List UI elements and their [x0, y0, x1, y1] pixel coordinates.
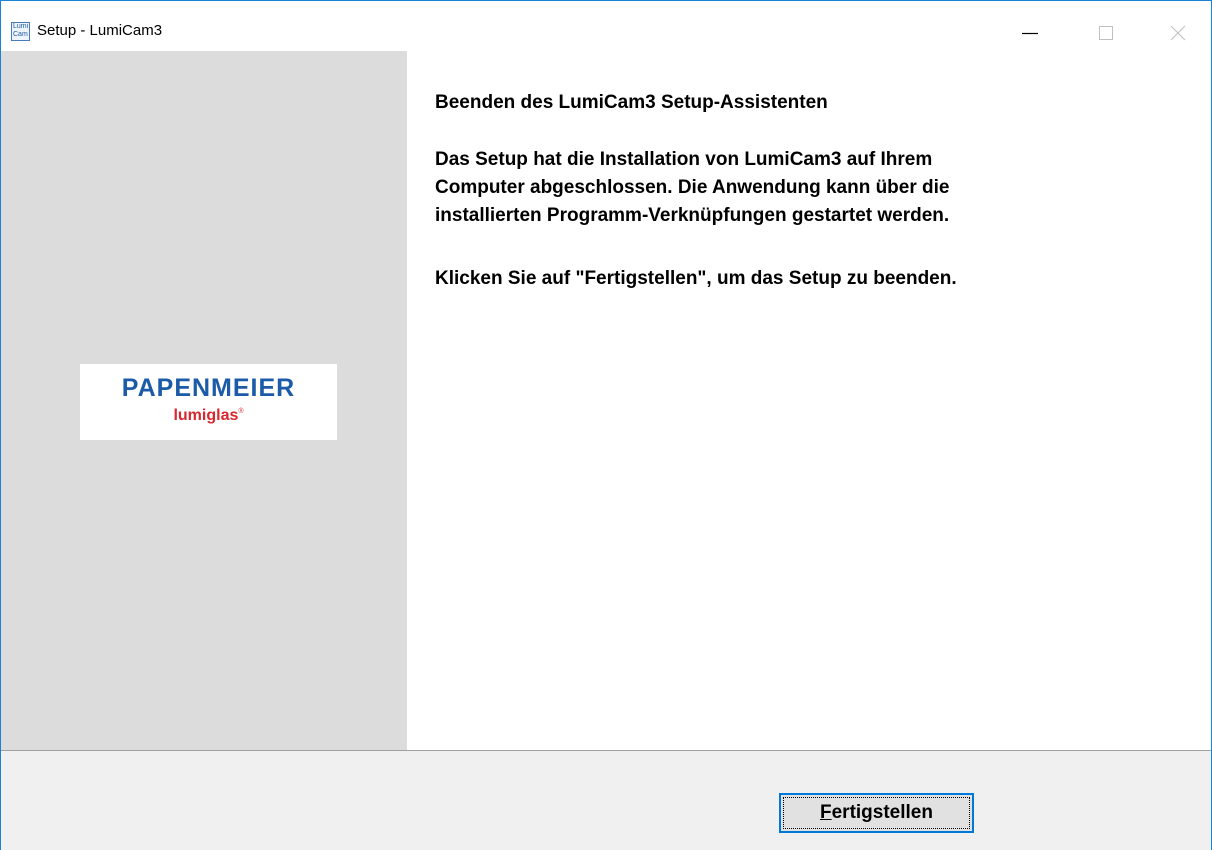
finish-message: Das Setup hat die Installation von LumiC…	[435, 146, 949, 230]
wizard-content: Beenden des LumiCam3 Setup-Assistenten D…	[407, 51, 1211, 751]
lumicam-app-icon[interactable]: Lumi Cam	[11, 22, 30, 41]
minimize-icon	[1022, 32, 1038, 35]
finish-message-line: Das Setup hat die Installation von LumiC…	[435, 149, 933, 170]
finish-button-mnemonic: F	[820, 802, 832, 823]
app-icon-text-line1: Lumi	[13, 23, 29, 30]
app-icon-text-line2: Cam	[13, 31, 28, 38]
maximize-button[interactable]	[1083, 15, 1129, 51]
finish-message-line: installierten Programm-Verknüpfungen ges…	[435, 205, 950, 226]
finish-button-label-rest: ertigstellen	[831, 802, 933, 823]
logo-sub-label: lumiglas	[173, 407, 239, 424]
finish-button-label: Fertigstellen	[820, 802, 933, 823]
window-title: Setup - LumiCam3	[37, 22, 163, 39]
setup-window: Lumi Cam Setup - LumiCam3 PAPENMEIER lum…	[0, 0, 1212, 850]
title-bar[interactable]: Lumi Cam Setup - LumiCam3	[1, 1, 1211, 51]
finish-instruction: Klicken Sie auf "Fertigstellen", um das …	[435, 265, 957, 293]
logo-sub-text: lumiglas®	[80, 407, 337, 425]
close-button[interactable]	[1155, 15, 1201, 51]
papenmeier-logo: PAPENMEIER lumiglas®	[80, 364, 337, 440]
logo-registered-mark: ®	[238, 408, 244, 415]
maximize-icon	[1099, 26, 1113, 40]
logo-brand-text: PAPENMEIER	[121, 374, 296, 402]
finish-message-line: Computer abgeschlossen. Die Anwendung ka…	[435, 177, 950, 198]
wizard-footer: Fertigstellen	[1, 751, 1211, 850]
finish-button[interactable]: Fertigstellen	[779, 793, 974, 833]
close-icon	[1170, 25, 1186, 41]
wizard-sidebar-image: PAPENMEIER lumiglas®	[1, 51, 407, 751]
page-title: Beenden des LumiCam3 Setup-Assistenten	[435, 92, 828, 113]
minimize-button[interactable]	[1007, 15, 1053, 51]
finish-instruction-line: Klicken Sie auf "Fertigstellen", um das …	[435, 268, 957, 289]
